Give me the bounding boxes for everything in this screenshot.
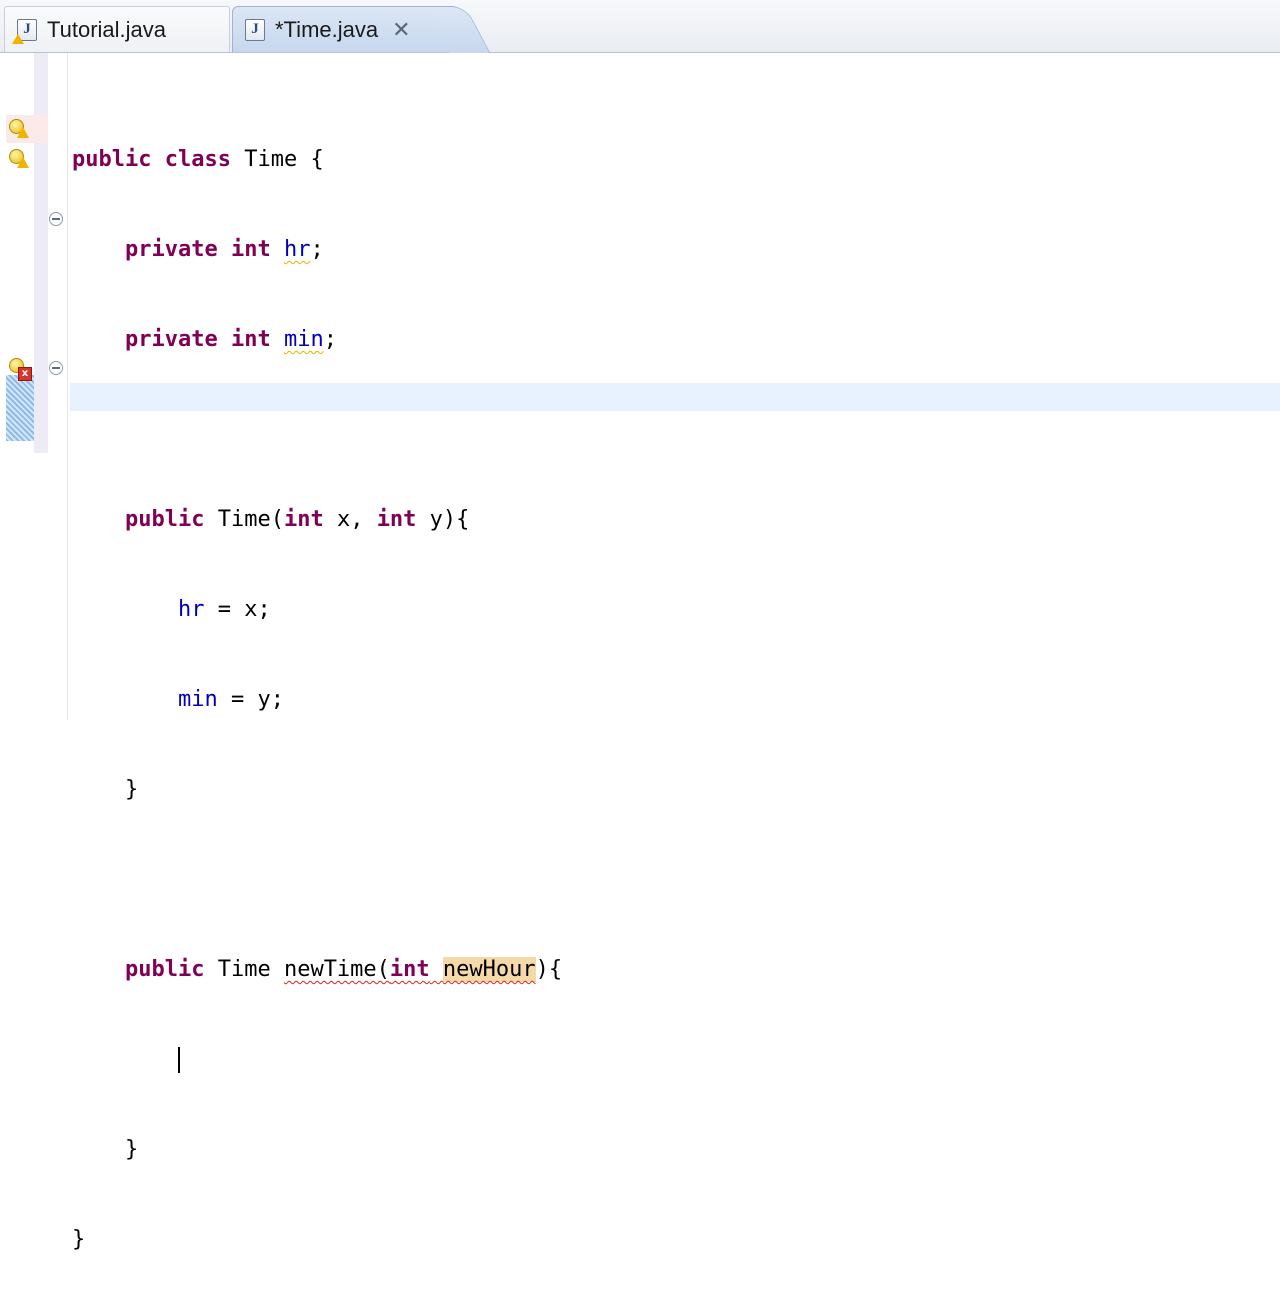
- java-file-icon: J: [245, 18, 265, 41]
- error-range-marker: [6, 375, 34, 441]
- quickfix-error-icon[interactable]: x: [9, 358, 32, 381]
- unused-field-hr[interactable]: hr: [284, 237, 311, 262]
- java-file-warning-icon: J: [12, 18, 37, 44]
- method-error-region[interactable]: newTime(int newHour: [284, 957, 536, 982]
- tab-tutorial-java[interactable]: J Tutorial.java: [4, 6, 230, 52]
- tab-label: *Time.java: [275, 16, 379, 42]
- code-line: public class Time {: [72, 147, 324, 172]
- text-cursor: [177, 1047, 180, 1073]
- unused-field-min[interactable]: min: [284, 327, 324, 352]
- tab-label: Tutorial.java: [47, 16, 167, 42]
- code-editor[interactable]: x public class Time { private int hr; pr…: [0, 53, 1280, 1252]
- code-line: private int min;: [124, 327, 337, 352]
- fold-collapse-icon[interactable]: [49, 361, 63, 375]
- code-line: }: [72, 1227, 86, 1252]
- quickfix-warning-icon[interactable]: [9, 119, 29, 141]
- editor-tab-strip: J Tutorial.java J *Time.java ✕: [0, 0, 1280, 53]
- fold-collapse-icon[interactable]: [49, 212, 63, 226]
- code-line: private int hr;: [124, 237, 324, 262]
- quickfix-warning-icon[interactable]: [9, 149, 29, 171]
- source-code[interactable]: public class Time { private int hr; priv…: [72, 85, 562, 1315]
- folding-ruler: [34, 53, 48, 453]
- gutter-divider: [67, 53, 68, 720]
- code-line: public Time(int x, int y){: [124, 507, 470, 532]
- parameter-occurrence: newHour: [442, 957, 536, 982]
- tab-time-java[interactable]: J *Time.java ✕: [232, 6, 458, 52]
- code-line: }: [72, 777, 139, 802]
- code-line: hr = x;: [177, 597, 271, 622]
- code-line: public Time newTime(int newHour){: [124, 957, 563, 982]
- code-line: min = y;: [177, 687, 284, 712]
- code-line: }: [72, 1137, 139, 1162]
- close-tab-icon[interactable]: ✕: [392, 18, 410, 41]
- code-line-current[interactable]: [72, 1045, 562, 1075]
